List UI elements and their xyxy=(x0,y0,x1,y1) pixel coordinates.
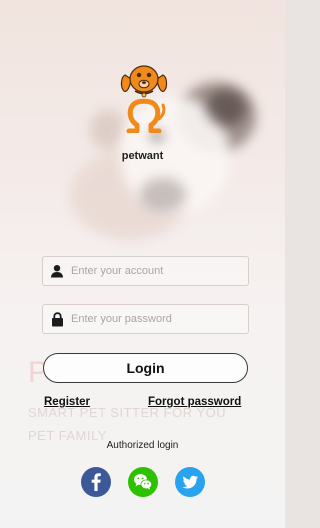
twitter-icon xyxy=(182,475,198,489)
wechat-icon xyxy=(134,474,153,490)
password-field[interactable] xyxy=(42,304,249,334)
login-button[interactable]: Login xyxy=(43,353,248,383)
account-input[interactable] xyxy=(71,265,248,277)
dog-ear-shape xyxy=(206,90,246,126)
facebook-icon xyxy=(91,473,101,491)
petwant-logo xyxy=(120,65,168,133)
lock-icon xyxy=(43,311,71,327)
wechat-login-button[interactable] xyxy=(128,467,158,497)
brand-name: petwant xyxy=(121,150,164,162)
login-screen: petwant P SMART PET SITTER FOR YOU PET F… xyxy=(0,0,285,528)
twitter-login-button[interactable] xyxy=(175,467,205,497)
dog-nose-shape xyxy=(140,178,186,212)
register-link[interactable]: Register xyxy=(44,396,90,408)
user-icon xyxy=(43,264,71,278)
account-field[interactable] xyxy=(42,256,249,286)
password-input[interactable] xyxy=(71,313,248,325)
authorized-login-label: Authorized login xyxy=(106,440,179,451)
forgot-password-link[interactable]: Forgot password xyxy=(148,396,241,408)
facebook-login-button[interactable] xyxy=(81,467,111,497)
